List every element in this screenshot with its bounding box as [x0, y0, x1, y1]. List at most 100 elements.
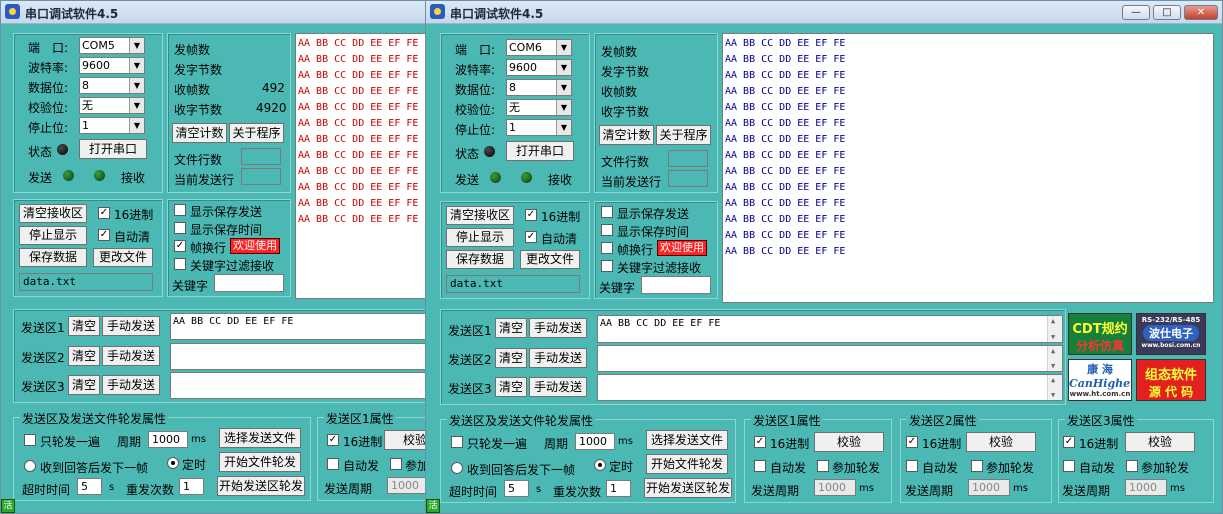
retry-input[interactable]: 1 — [606, 480, 631, 497]
area2-check-button[interactable]: 校验 — [966, 432, 1036, 452]
save-data-button[interactable]: 保存数据 — [19, 248, 87, 267]
select-file-button[interactable]: 选择发送文件 — [646, 430, 728, 450]
auto-clear-checkbox[interactable]: ✓ — [525, 231, 537, 243]
start-file-poll-button[interactable]: 开始文件轮发 — [219, 452, 301, 472]
timed-radio[interactable] — [167, 457, 179, 469]
send-area-1-input[interactable]: AA BB CC DD EE EF FE — [597, 315, 1063, 343]
clear-recv-button[interactable]: 清空接收区 — [446, 206, 514, 225]
frame-newline-checkbox[interactable] — [601, 242, 613, 254]
stopbits-select[interactable]: 1 ▼ — [79, 117, 145, 134]
timed-radio[interactable] — [594, 459, 606, 471]
open-port-button[interactable]: 打开串口 — [79, 139, 147, 159]
show-save-send-checkbox[interactable] — [601, 206, 613, 218]
area3-auto-send-checkbox[interactable] — [1063, 460, 1075, 472]
frame-newline-checkbox[interactable]: ✓ — [174, 240, 186, 252]
area1-join-poll-checkbox[interactable] — [817, 460, 829, 472]
hex16-checkbox[interactable]: ✓ — [525, 209, 537, 221]
area1-hex-checkbox[interactable]: ✓ — [327, 434, 339, 446]
area3-period-input[interactable]: 1000 — [1125, 479, 1167, 496]
change-file-button[interactable]: 更改文件 — [93, 248, 153, 267]
save-data-button[interactable]: 保存数据 — [446, 250, 514, 269]
send-1-scrollbar[interactable] — [1047, 316, 1062, 342]
stop-display-button[interactable]: 停止显示 — [446, 228, 514, 247]
clear-recv-button[interactable]: 清空接收区 — [19, 204, 87, 223]
clear-send-2-button[interactable]: 清空 — [495, 348, 527, 368]
right-titlebar[interactable]: 串口调试软件4.5 — □ ✕ — [426, 1, 1222, 24]
area1-period-input[interactable]: 1000 — [387, 477, 429, 494]
clear-send-3-button[interactable]: 清空 — [68, 375, 100, 395]
left-titlebar[interactable]: 串口调试软件4.5 — [1, 1, 429, 24]
receive-area[interactable]: AA BB CC DD EE EF FE AA BB CC DD EE EF FE… — [295, 33, 429, 299]
keyword-filter-checkbox[interactable] — [601, 260, 613, 272]
start-file-poll-button[interactable]: 开始文件轮发 — [646, 454, 728, 474]
area1-period-input[interactable]: 1000 — [814, 479, 856, 496]
minimize-button[interactable]: — — [1122, 5, 1150, 20]
port-select[interactable]: COM5 ▼ — [79, 37, 145, 54]
baud-select[interactable]: 9600 ▼ — [506, 59, 572, 76]
parity-select[interactable]: 无 ▼ — [506, 99, 572, 116]
area3-join-poll-checkbox[interactable] — [1126, 460, 1138, 472]
area3-check-button[interactable]: 校验 — [1125, 432, 1195, 452]
config-software-ad-banner[interactable]: 组态软件 源 代 码 — [1136, 359, 1206, 401]
receive-area[interactable]: AA BB CC DD EE EF FE AA BB CC DD EE EF FE… — [722, 33, 1214, 303]
open-port-button[interactable]: 打开串口 — [506, 141, 574, 161]
area1-check-button[interactable]: 校验 — [814, 432, 884, 452]
stop-display-button[interactable]: 停止显示 — [19, 226, 87, 245]
bosi-ad-banner[interactable]: RS-232/RS-485 波仕电子 www.bosi.com.cn — [1136, 313, 1206, 355]
parity-select[interactable]: 无 ▼ — [79, 97, 145, 114]
show-save-send-checkbox[interactable] — [174, 204, 186, 216]
close-button[interactable]: ✕ — [1184, 5, 1218, 20]
maximize-button[interactable]: □ — [1153, 5, 1181, 20]
auto-clear-checkbox[interactable]: ✓ — [98, 229, 110, 241]
clear-send-1-button[interactable]: 清空 — [68, 316, 100, 336]
send-3-scrollbar[interactable] — [1047, 375, 1062, 400]
manual-send-1-button[interactable]: 手动发送 — [529, 318, 587, 338]
timeout-input[interactable]: 5 — [77, 478, 102, 495]
send-area-2-input[interactable] — [170, 343, 429, 370]
keyword-filter-checkbox[interactable] — [174, 258, 186, 270]
manual-send-3-button[interactable]: 手动发送 — [529, 377, 587, 397]
area1-hex-checkbox[interactable]: ✓ — [754, 436, 766, 448]
area1-auto-send-checkbox[interactable] — [327, 458, 339, 470]
select-file-button[interactable]: 选择发送文件 — [219, 428, 301, 448]
period-input[interactable]: 1000 — [148, 431, 188, 448]
only-once-checkbox[interactable] — [451, 436, 463, 448]
canhigher-ad-banner[interactable]: 康 海 CanHigher www.ht.com.cn — [1068, 359, 1132, 401]
clear-count-button[interactable]: 清空计数 — [172, 123, 227, 143]
only-once-checkbox[interactable] — [24, 434, 36, 446]
send-2-scrollbar[interactable] — [1047, 346, 1062, 371]
wait-reply-radio[interactable] — [24, 460, 36, 472]
timeout-input[interactable]: 5 — [504, 480, 529, 497]
area2-auto-send-checkbox[interactable] — [906, 460, 918, 472]
about-button[interactable]: 关于程序 — [229, 123, 284, 143]
period-input[interactable]: 1000 — [575, 433, 615, 450]
hex16-checkbox[interactable]: ✓ — [98, 207, 110, 219]
databits-select[interactable]: 8 ▼ — [506, 79, 572, 96]
manual-send-3-button[interactable]: 手动发送 — [102, 375, 160, 395]
databits-select[interactable]: 8 ▼ — [79, 77, 145, 94]
start-area-poll-button[interactable]: 开始发送区轮发 — [217, 476, 305, 496]
keyword-input[interactable] — [641, 276, 711, 294]
show-save-time-checkbox[interactable] — [174, 222, 186, 234]
send-area-2-input[interactable] — [597, 345, 1063, 372]
clear-count-button[interactable]: 清空计数 — [599, 125, 654, 145]
cdt-ad-banner[interactable]: CDT规约 分析仿真 — [1068, 313, 1132, 355]
area2-hex-checkbox[interactable]: ✓ — [906, 436, 918, 448]
clear-send-2-button[interactable]: 清空 — [68, 346, 100, 366]
wait-reply-radio[interactable] — [451, 462, 463, 474]
send-area-3-input[interactable] — [597, 374, 1063, 401]
area1-auto-send-checkbox[interactable] — [754, 460, 766, 472]
area3-hex-checkbox[interactable]: ✓ — [1063, 436, 1075, 448]
manual-send-1-button[interactable]: 手动发送 — [102, 316, 160, 336]
manual-send-2-button[interactable]: 手动发送 — [529, 348, 587, 368]
area2-join-poll-checkbox[interactable] — [971, 460, 983, 472]
area1-check-button[interactable]: 校验 — [384, 430, 429, 450]
port-select[interactable]: COM6 ▼ — [506, 39, 572, 56]
send-area-3-input[interactable] — [170, 372, 429, 399]
manual-send-2-button[interactable]: 手动发送 — [102, 346, 160, 366]
keyword-input[interactable] — [214, 274, 284, 292]
start-area-poll-button[interactable]: 开始发送区轮发 — [644, 478, 732, 498]
clear-send-3-button[interactable]: 清空 — [495, 377, 527, 397]
retry-input[interactable]: 1 — [179, 478, 204, 495]
about-button[interactable]: 关于程序 — [656, 125, 711, 145]
